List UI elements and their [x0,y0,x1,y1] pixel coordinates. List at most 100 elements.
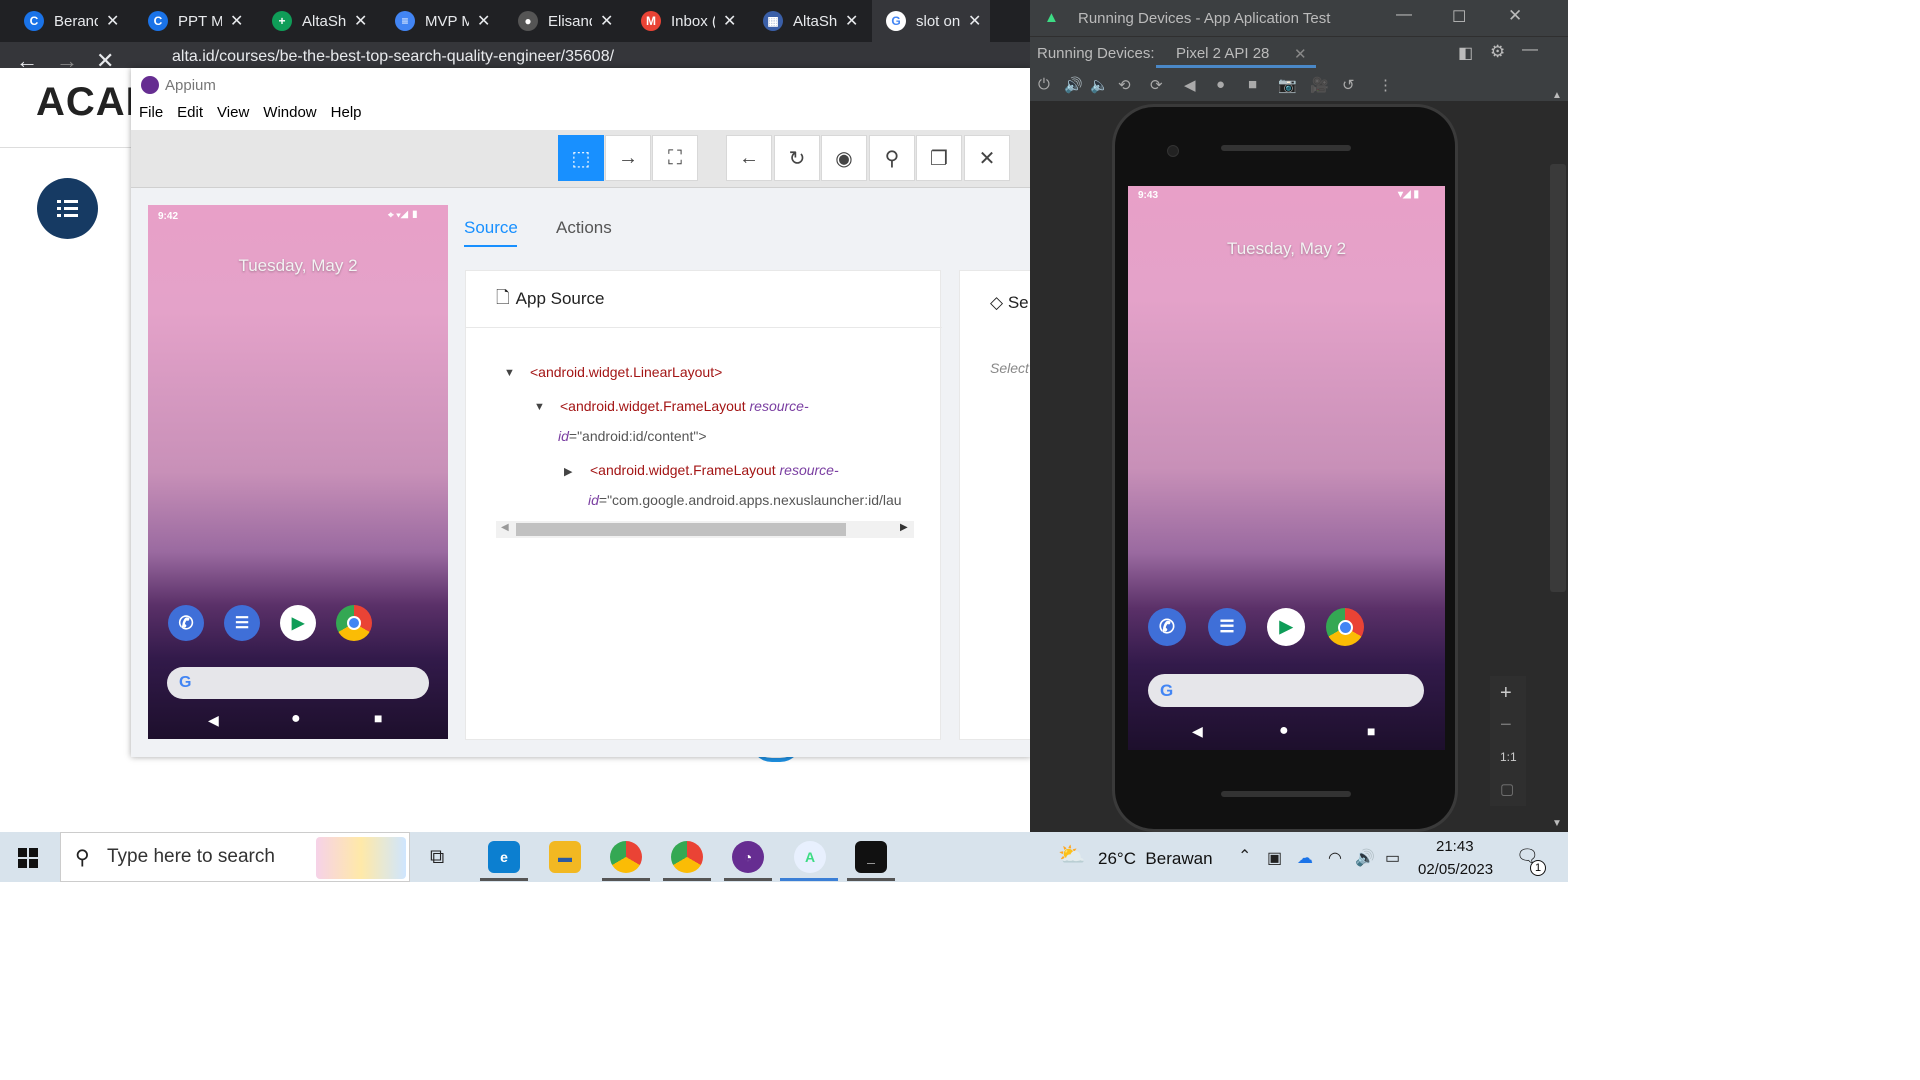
snapshot-icon[interactable]: ↺ [1342,76,1355,94]
weather-text[interactable]: 26°C Berawan [1098,849,1213,869]
menu-list-button[interactable] [37,178,98,239]
scroll-left-icon[interactable]: ◀ [501,522,509,533]
back-button[interactable]: ← [726,135,772,181]
play-store-icon[interactable]: ▶ [1267,608,1305,646]
browser-tab[interactable]: ≡ MVP M ✕ [381,0,499,42]
tree-expand-icon[interactable]: ▼ [504,367,515,379]
running-devices-scrollbar[interactable] [1548,102,1568,832]
overview-key-icon[interactable]: ■ [1248,76,1257,93]
windows-start-icon[interactable] [18,848,38,873]
hide-icon[interactable]: — [1522,41,1538,59]
show-hidden-icons[interactable]: ⌃ [1238,846,1251,866]
running-devices-scroll-thumb[interactable] [1550,164,1566,592]
android-studio-taskbar-icon[interactable]: A [794,841,826,873]
terminal-taskbar-icon[interactable]: _ [855,841,887,873]
chrome-profile-taskbar-icon[interactable] [671,841,703,873]
forward-arrow-icon[interactable]: → [56,48,78,74]
tap-by-coordinates-button[interactable]: ⛶ [652,135,698,181]
stop-loading-icon[interactable]: ✕ [96,48,114,74]
chrome-taskbar-icon[interactable] [610,841,642,873]
browser-tab[interactable]: C Berand ✕ [10,0,128,42]
back-key-icon[interactable]: ◀ [1184,76,1196,94]
horizontal-scrollbar[interactable]: ◀ ▶ [496,521,914,538]
scroll-right-icon[interactable]: ▶ [900,522,908,533]
file-explorer-taskbar-icon[interactable]: ▬ [549,841,581,873]
tab-close-icon[interactable]: ✕ [845,11,858,31]
nav-recents-icon[interactable]: ■ [1367,723,1375,739]
task-view-icon[interactable]: ⧉ [430,846,444,869]
back-arrow-icon[interactable]: ← [16,48,38,74]
battery-icon[interactable]: ▭ [1385,848,1400,868]
taskbar-search-box[interactable]: ⚲ Type here to search [60,832,410,882]
tab-close-icon[interactable]: ✕ [106,11,119,31]
close-window-icon[interactable]: ✕ [1508,6,1522,26]
nav-back-icon[interactable]: ◀ [1192,723,1203,740]
tree-collapse-icon[interactable]: ▶ [564,465,572,478]
volume-down-icon[interactable]: 🔈 [1090,76,1109,94]
wifi-icon[interactable]: ◠ [1328,848,1342,868]
zoom-fit-icon[interactable]: ▢ [1500,780,1514,798]
messages-app-icon[interactable]: ☰ [1208,608,1246,646]
tree-expand-icon[interactable]: ▼ [534,401,545,413]
browser-tab[interactable]: C PPT Mi ✕ [134,0,252,42]
tab-close-icon[interactable]: ✕ [968,11,981,31]
weather-icon[interactable]: ⛅ [1058,842,1085,868]
record-icon[interactable]: 🎥 [1310,76,1329,94]
onedrive-icon[interactable]: ☁ [1297,848,1313,868]
volume-up-icon[interactable]: 🔊 [1064,76,1083,94]
rotate-left-icon[interactable]: ⟲ [1118,76,1131,94]
menu-window[interactable]: Window [263,104,316,130]
clock-time[interactable]: 21:43 [1436,838,1474,855]
volume-icon[interactable]: 🔊 [1355,848,1375,868]
browser-tab[interactable]: + AltaSh ✕ [258,0,376,42]
tab-actions[interactable]: Actions [556,218,612,238]
select-element-button[interactable]: ⬚ [558,135,604,181]
tree-node-framelayout[interactable]: <android.widget.FrameLayout resource- [560,398,809,414]
menu-view[interactable]: View [217,104,249,130]
device-tab-close-icon[interactable]: ✕ [1294,45,1307,63]
layout-icon[interactable]: ◧ [1458,43,1473,63]
device-tab[interactable]: Pixel 2 API 28 ✕ [1156,37,1316,68]
tree-node-linearlayout[interactable]: <android.widget.LinearLayout> [530,364,722,380]
scroll-down-icon[interactable]: ▼ [1552,818,1562,829]
nav-home-icon[interactable]: ● [1279,722,1289,740]
emulator-screen[interactable]: 9:43 ▾◢ ▮ Tuesday, May 2 ✆ ☰ ▶ G ◀ ● ■ [1128,186,1445,750]
tab-close-icon[interactable]: ✕ [600,11,613,31]
phone-app-icon[interactable]: ✆ [1148,608,1186,646]
more-options-icon[interactable]: ⋮ [1378,76,1393,94]
gear-icon[interactable]: ⚙ [1490,42,1505,62]
maximize-icon[interactable]: ☐ [1452,7,1466,27]
rotate-right-icon[interactable]: ⟳ [1150,76,1163,94]
power-icon[interactable]: ⏻ [1038,76,1050,93]
edge-taskbar-icon[interactable]: e [488,841,520,873]
menu-help[interactable]: Help [331,104,362,130]
clock-date[interactable]: 02/05/2023 [1418,861,1493,878]
browser-tab[interactable]: M Inbox (✕ [627,0,745,42]
tab-close-icon[interactable]: ✕ [230,11,243,31]
tree-node-framelayout-2[interactable]: <android.widget.FrameLayout resource- [590,462,839,478]
tab-source[interactable]: Source [464,218,518,238]
camera-icon[interactable]: 📷 [1278,76,1297,94]
scroll-up-icon[interactable]: ▲ [1552,90,1562,101]
show-hide-button[interactable]: ◉ [821,135,867,181]
minimize-icon[interactable]: — [1396,6,1412,24]
tab-close-icon[interactable]: ✕ [477,11,490,31]
browser-tab[interactable]: Gslot on ✕ [872,0,990,42]
zoom-in-icon[interactable]: + [1500,682,1512,705]
browser-tab[interactable]: ● Elisand ✕ [504,0,622,42]
device-screenshot[interactable]: 9:42 ⌖ ▾◢ ▮ Tuesday, May 2 ✆ ☰ ▶ G ◀ ● ■ [148,205,448,739]
google-search-bar[interactable]: G [1148,674,1424,707]
refresh-button[interactable]: ↻ [774,135,820,181]
menu-edit[interactable]: Edit [177,104,203,130]
tray-app-icon[interactable]: ▣ [1267,848,1282,868]
url-text[interactable]: alta.id/courses/be-the-best-top-search-q… [172,48,614,66]
zoom-actual-size[interactable]: 1:1 [1500,750,1517,764]
home-key-icon[interactable]: ● [1216,76,1225,93]
menu-file[interactable]: File [139,104,163,130]
browser-tab[interactable]: ▦ AltaSh ✕ [749,0,867,42]
appium-taskbar-icon[interactable]: ◔ [732,841,764,873]
copy-xml-button[interactable]: ❐ [916,135,962,181]
scrollbar-thumb[interactable] [516,523,846,536]
tab-close-icon[interactable]: ✕ [723,11,736,31]
zoom-out-icon[interactable]: − [1500,714,1512,737]
